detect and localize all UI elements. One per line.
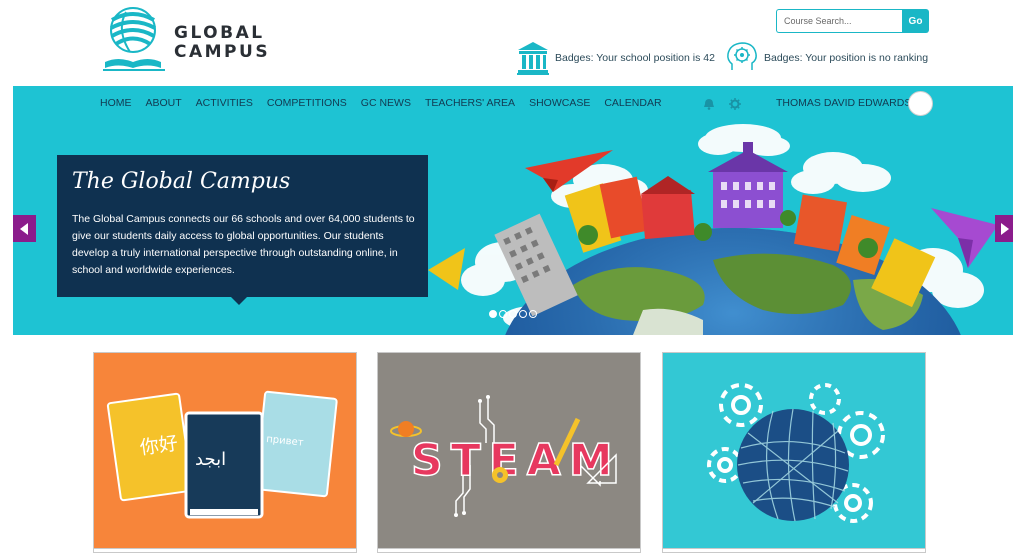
hero-title: The Global Campus bbox=[72, 169, 291, 194]
user-menu-name[interactable]: THOMAS DAVID EDWARDS bbox=[776, 86, 911, 120]
carousel-dot-1[interactable] bbox=[489, 310, 497, 318]
nav-menu: HOME ABOUT ACTIVITIES COMPETITIONS GC NE… bbox=[100, 86, 676, 120]
carousel-next-button[interactable] bbox=[995, 215, 1013, 242]
logo-line-1: GLOBAL bbox=[174, 23, 265, 43]
course-search-input[interactable] bbox=[776, 9, 903, 33]
header: GLOBAL CAMPUS Go Badges: Your school pos… bbox=[0, 0, 1013, 86]
school-position-text: Badges: Your school position is 42 bbox=[555, 52, 715, 64]
gears-card-footer bbox=[663, 548, 925, 552]
course-search: Go bbox=[776, 9, 929, 33]
logo-wordmark: GLOBAL CAMPUS bbox=[174, 24, 270, 62]
steam-card[interactable]: STEAM bbox=[377, 352, 641, 553]
steam-word: STEAM bbox=[411, 435, 621, 486]
nav-teachers-area[interactable]: TEACHERS' AREA bbox=[425, 86, 515, 120]
gear-icon[interactable] bbox=[729, 97, 741, 115]
languages-card-footer bbox=[94, 548, 356, 552]
nav-icons bbox=[703, 97, 755, 115]
bell-icon[interactable] bbox=[703, 97, 715, 115]
global-gears-card[interactable] bbox=[662, 352, 926, 553]
hero-body: The Global Campus connects our 66 school… bbox=[72, 213, 415, 276]
arabic-book-text: ابجد bbox=[195, 449, 226, 470]
language-books-illustration: 你好 привет ابجد bbox=[106, 390, 338, 519]
institution-icon bbox=[517, 42, 549, 75]
search-go-button[interactable]: Go bbox=[902, 9, 929, 33]
logo-line-2: CAMPUS bbox=[174, 42, 271, 62]
gears-globe-illustration bbox=[707, 383, 885, 523]
hero-caption-pointer bbox=[231, 297, 247, 305]
languages-card[interactable]: 你好 привет ابجد bbox=[93, 352, 357, 553]
carousel-prev-button[interactable] bbox=[13, 215, 36, 242]
hero-caption: The Global Campus The Global Campus conn… bbox=[57, 155, 428, 297]
hero-carousel: The Global Campus The Global Campus conn… bbox=[13, 120, 1013, 335]
steam-illustration: STEAM bbox=[390, 395, 621, 517]
carousel-dot-4[interactable] bbox=[519, 310, 527, 318]
carousel-dot-5[interactable] bbox=[529, 310, 537, 318]
personal-position-text: Badges: Your position is no ranking bbox=[764, 52, 929, 64]
head-gear-icon bbox=[727, 42, 757, 70]
nav-competitions[interactable]: COMPETITIONS bbox=[267, 86, 347, 120]
globe-book-logo-icon bbox=[103, 7, 165, 71]
nav-calendar[interactable]: CALENDAR bbox=[604, 86, 661, 120]
carousel-indicators bbox=[489, 310, 539, 318]
nav-showcase[interactable]: SHOWCASE bbox=[529, 86, 590, 120]
main-nav: HOME ABOUT ACTIVITIES COMPETITIONS GC NE… bbox=[13, 86, 1013, 120]
page: GLOBAL CAMPUS Go Badges: Your school pos… bbox=[0, 0, 1013, 553]
nav-gc-news[interactable]: GC NEWS bbox=[361, 86, 411, 120]
global-campus-logo[interactable]: GLOBAL CAMPUS bbox=[100, 6, 270, 74]
nav-activities[interactable]: ACTIVITIES bbox=[196, 86, 253, 120]
carousel-dot-2[interactable] bbox=[499, 310, 507, 318]
carousel-dot-3[interactable] bbox=[509, 310, 517, 318]
user-avatar[interactable] bbox=[908, 91, 933, 116]
steam-card-footer bbox=[378, 548, 640, 552]
nav-about[interactable]: ABOUT bbox=[146, 86, 182, 120]
nav-home[interactable]: HOME bbox=[100, 86, 132, 120]
